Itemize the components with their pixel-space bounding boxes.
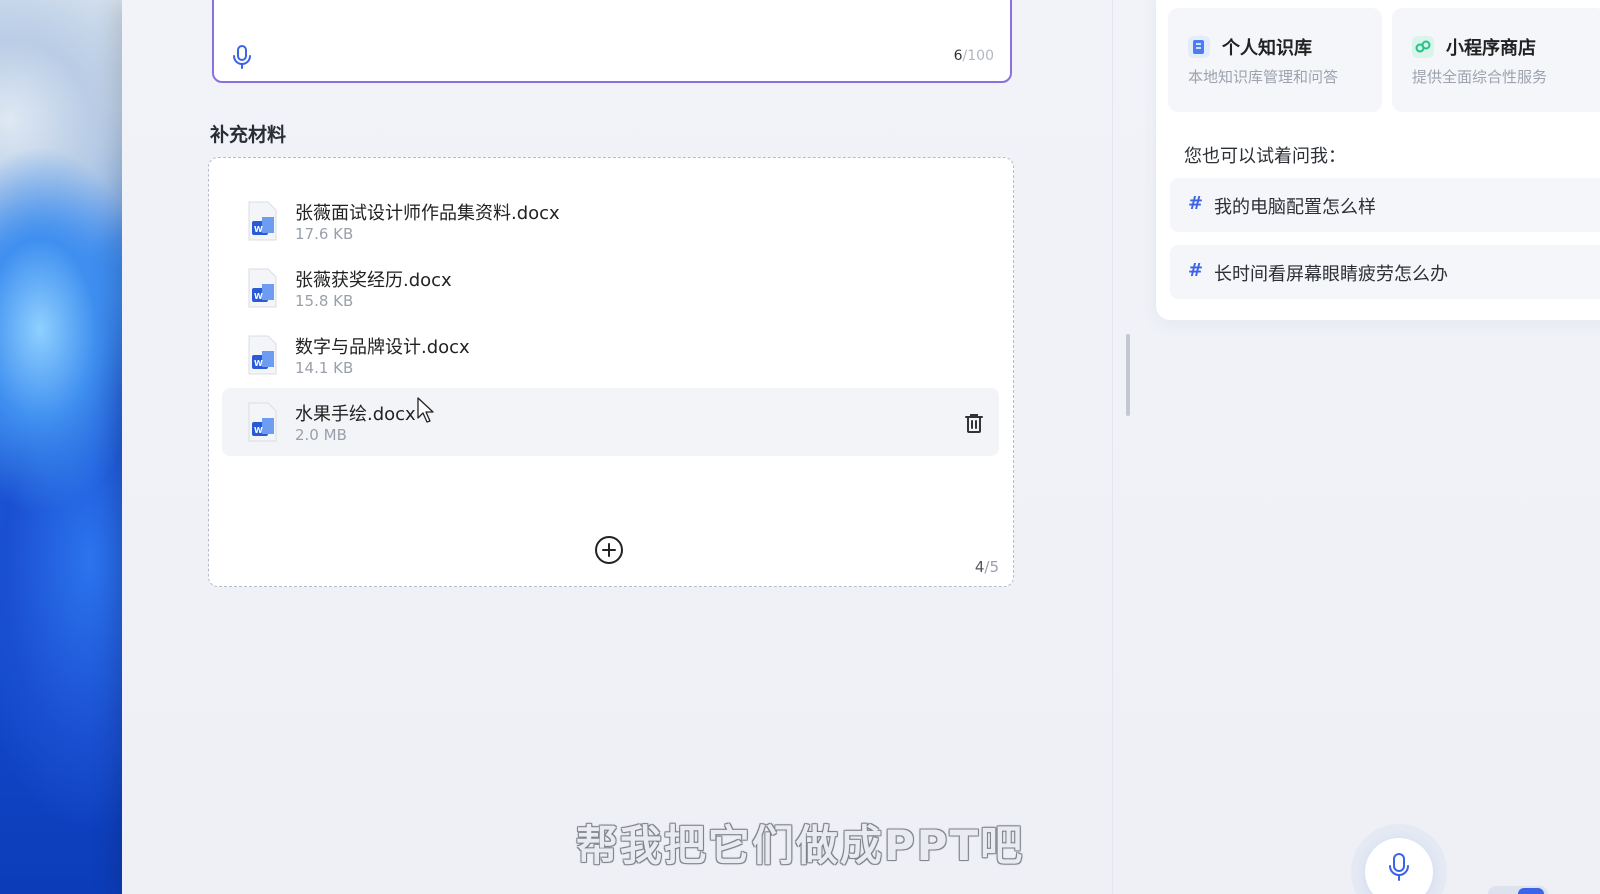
- assistant-window: 6/100 补充材料 W 张薇面试设计师作品集资料.docx 17.6 KB W…: [122, 0, 1600, 894]
- mode-toggle[interactable]: [1488, 886, 1548, 894]
- suggestion-text: 我的电脑配置怎么样: [1214, 197, 1376, 218]
- trash-icon[interactable]: [963, 412, 985, 434]
- card-description: 本地知识库管理和问答: [1188, 68, 1339, 86]
- card-description: 提供全面综合性服务: [1412, 68, 1548, 86]
- card-title: 个人知识库: [1222, 38, 1312, 59]
- svg-text:W: W: [254, 426, 263, 435]
- file-name: 张薇获奖经历.docx: [295, 270, 452, 291]
- svg-text:W: W: [254, 292, 263, 301]
- word-doc-icon: W: [248, 201, 277, 241]
- word-doc-icon: W: [248, 402, 277, 442]
- pane-divider: [1112, 0, 1113, 894]
- knowledge-base-card[interactable]: 个人知识库 本地知识库管理和问答: [1168, 8, 1382, 112]
- materials-dropzone[interactable]: W 张薇面试设计师作品集资料.docx 17.6 KB W 张薇获奖经历.doc…: [208, 157, 1014, 587]
- file-size: 15.8 KB: [295, 292, 354, 310]
- svg-text:W: W: [254, 359, 263, 368]
- file-name: 张薇面试设计师作品集资料.docx: [295, 203, 560, 224]
- file-size: 17.6 KB: [295, 225, 354, 243]
- knowledge-base-icon: [1188, 36, 1210, 58]
- char-counter: 6/100: [954, 48, 994, 64]
- svg-text:W: W: [254, 225, 263, 234]
- char-count-current: 6: [953, 48, 963, 64]
- file-name: 数字与品牌设计.docx: [295, 337, 470, 358]
- char-count-max: /100: [962, 48, 994, 64]
- suggestion-item[interactable]: # 我的电脑配置怎么样: [1170, 178, 1600, 232]
- suggestion-item[interactable]: # 长时间看屏幕眼睛疲劳怎么办: [1170, 245, 1600, 299]
- file-item[interactable]: W 张薇获奖经历.docx 15.8 KB: [222, 254, 999, 322]
- word-doc-icon: W: [248, 335, 277, 375]
- materials-title: 补充材料: [210, 124, 287, 146]
- file-size: 2.0 MB: [295, 426, 347, 444]
- hashtag-icon: #: [1188, 260, 1204, 281]
- microphone-icon: [1389, 853, 1409, 881]
- video-caption: 帮我把它们做成PPT吧: [575, 821, 1025, 870]
- hashtag-icon: #: [1188, 193, 1204, 214]
- file-item[interactable]: W 张薇面试设计师作品集资料.docx 17.6 KB: [222, 187, 999, 255]
- file-counter: 4/5: [975, 558, 999, 576]
- file-item[interactable]: W 水果手绘.docx 2.0 MB: [222, 388, 999, 456]
- prompt-input[interactable]: 6/100: [212, 0, 1012, 83]
- desktop-wallpaper: [0, 0, 140, 894]
- mini-program-store-card[interactable]: 小程序商店 提供全面综合性服务: [1392, 8, 1600, 112]
- card-title: 小程序商店: [1446, 38, 1536, 59]
- suggestion-text: 长时间看屏幕眼睛疲劳怎么办: [1214, 264, 1448, 285]
- left-pane: 6/100 补充材料 W 张薇面试设计师作品集资料.docx 17.6 KB W…: [122, 0, 1112, 894]
- microphone-icon[interactable]: [230, 44, 254, 70]
- file-name: 水果手绘.docx: [295, 404, 416, 425]
- mini-program-store-icon: [1412, 36, 1434, 58]
- word-doc-icon: W: [248, 268, 277, 308]
- mouse-cursor-icon: [417, 397, 434, 423]
- file-size: 14.1 KB: [295, 359, 354, 377]
- file-count-max: /5: [984, 558, 999, 576]
- scrollbar-thumb[interactable]: [1126, 334, 1130, 416]
- file-count-current: 4: [974, 558, 985, 576]
- side-panel: 个人知识库 本地知识库管理和问答 小程序商店 提供全面综合性服务 您也可以试着问…: [1156, 0, 1600, 320]
- try-asking-label: 您也可以试着问我：: [1184, 146, 1346, 167]
- file-item[interactable]: W 数字与品牌设计.docx 14.1 KB: [222, 321, 999, 389]
- add-file-button[interactable]: [593, 534, 625, 566]
